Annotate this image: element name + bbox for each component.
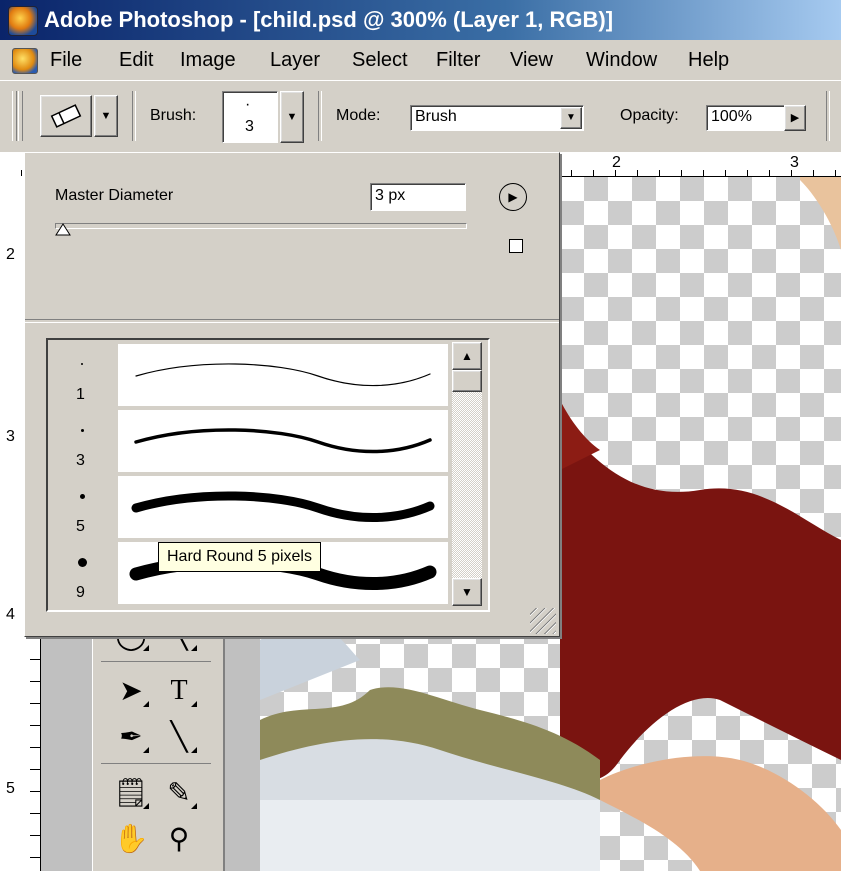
scroll-up-button[interactable]: ▲	[452, 342, 482, 370]
brush-size-label: 5	[76, 518, 85, 535]
brush-stroke-preview	[118, 344, 448, 406]
brush-tip-dot	[81, 363, 83, 365]
ruler-top-number: 3	[790, 154, 799, 171]
ruler-left-number: 2	[6, 246, 15, 263]
type-tool[interactable]: T	[159, 671, 199, 711]
ruler-left-number: 5	[6, 780, 15, 797]
pen-tool[interactable]: ✒	[111, 717, 151, 757]
toolbox-separator	[101, 661, 211, 662]
brush-stroke-preview	[118, 410, 448, 472]
toolbox-separator	[101, 763, 211, 764]
scroll-thumb[interactable]	[452, 370, 482, 392]
brush-tip-thumbnail: 9	[52, 542, 114, 604]
create-preset-icon[interactable]	[509, 239, 523, 253]
brush-stroke-path	[134, 428, 432, 454]
ruler-left-number: 4	[6, 606, 15, 623]
slider-thumb[interactable]	[55, 223, 72, 244]
ruler-left-number: 3	[6, 428, 15, 445]
move-arrow-tool[interactable]: ➤	[111, 671, 151, 711]
brush-list-scrollbar[interactable]: ▲ ▼	[452, 342, 482, 606]
brush-stroke-path	[131, 491, 435, 523]
brush-tip-thumbnail: 1	[52, 344, 114, 406]
brush-tip-thumbnail: 5	[52, 476, 114, 538]
brush-tooltip: Hard Round 5 pixels	[158, 542, 321, 572]
hand-tool[interactable]: ✋	[111, 819, 151, 859]
brush-size-label: 3	[76, 452, 85, 469]
brush-size-label: 1	[76, 386, 85, 403]
toolbox: ◯ ╲ ➤ T ✒ ╲ 🗒 ✎ ✋ ⚲	[92, 615, 225, 871]
brush-preset-row[interactable]: 1	[52, 344, 448, 406]
brush-stroke-path	[135, 363, 431, 387]
brush-tip-dot	[79, 493, 85, 499]
master-diameter-label: Master Diameter	[55, 187, 174, 204]
brush-stroke-preview	[118, 476, 448, 538]
panel-resize-grip[interactable]	[530, 608, 556, 634]
brush-size-label: 9	[76, 584, 85, 601]
master-diameter-field[interactable]: 3 px	[370, 183, 466, 211]
panel-divider	[25, 319, 559, 323]
brush-preset-row[interactable]: 5	[52, 476, 448, 538]
panel-menu-icon[interactable]: ▶	[499, 183, 527, 211]
notes-tool[interactable]: 🗒	[111, 773, 151, 813]
scroll-down-button[interactable]: ▼	[452, 578, 482, 606]
brush-tip-dot	[77, 557, 87, 567]
master-diameter-value: 3 px	[375, 187, 406, 204]
brush-preset-row[interactable]: 3	[52, 410, 448, 472]
brush-tip-thumbnail: 3	[52, 410, 114, 472]
zoom-tool[interactable]: ⚲	[159, 819, 199, 859]
line-tool[interactable]: ╲	[159, 717, 199, 757]
eyedropper-tool[interactable]: ✎	[159, 773, 199, 813]
ruler-top-number: 2	[612, 154, 621, 171]
master-diameter-slider[interactable]	[55, 223, 467, 229]
brush-tip-dot	[80, 428, 84, 432]
